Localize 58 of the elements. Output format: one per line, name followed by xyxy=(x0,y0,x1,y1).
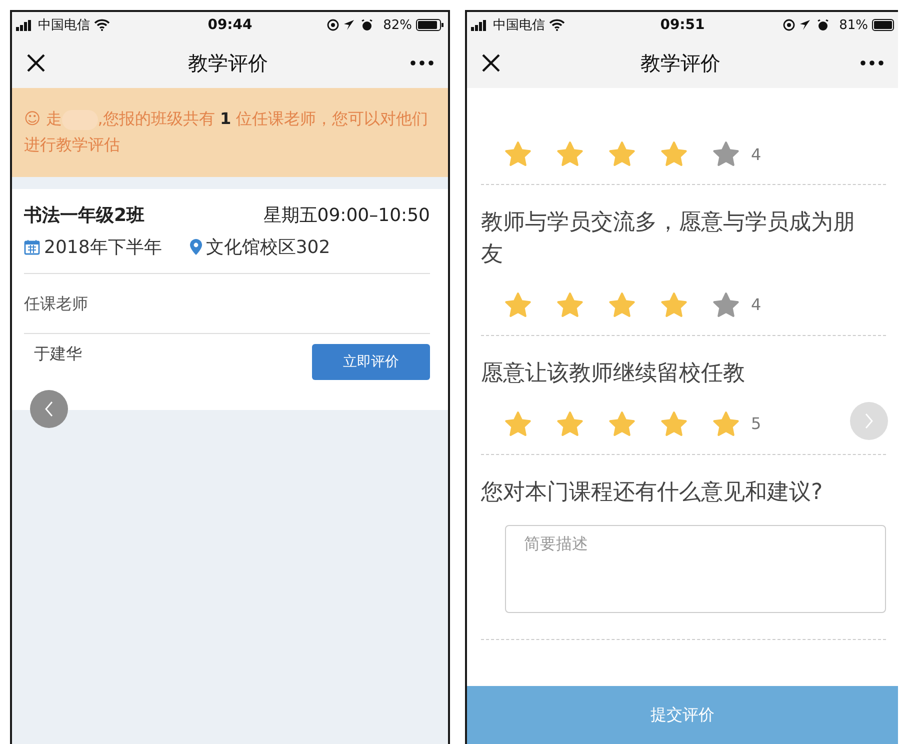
section-label: 任课老师 xyxy=(24,274,430,334)
clock-text: 09:51 xyxy=(660,17,705,33)
star-icon[interactable] xyxy=(711,410,741,438)
star-icon[interactable] xyxy=(555,410,585,438)
question-text: 您对本门课程还有什么意见和建议? xyxy=(481,478,823,507)
location-text: 文化馆校区302 xyxy=(206,236,330,259)
star-rating[interactable] xyxy=(503,290,741,319)
star-icon[interactable] xyxy=(659,140,689,168)
star-icon[interactable] xyxy=(659,290,689,319)
chevron-left-icon[interactable] xyxy=(44,401,54,417)
close-icon[interactable] xyxy=(481,53,501,73)
term-text: 2018年下半年 xyxy=(44,236,162,259)
battery-icon xyxy=(416,19,444,31)
score-text: 4 xyxy=(751,144,762,164)
star-rating[interactable] xyxy=(503,140,741,168)
star-rating[interactable] xyxy=(503,410,741,438)
score-text: 5 xyxy=(751,414,762,434)
wifi-icon xyxy=(549,19,565,31)
more-icon[interactable] xyxy=(410,60,434,66)
close-icon[interactable] xyxy=(26,53,46,73)
star-icon[interactable] xyxy=(503,140,533,168)
evaluate-button[interactable]: 立即评价 xyxy=(312,344,430,380)
location-pin-icon xyxy=(190,238,202,255)
question-text: 愿意让该教师继续留校任教 xyxy=(481,360,745,388)
page-title: 教学评价 xyxy=(188,50,268,76)
star-icon[interactable] xyxy=(659,410,689,438)
notice-text: ☺ 走 ,您报的班级共有 1 位任课老师，您可以对他们进行教学评估 xyxy=(24,108,430,156)
star-icon[interactable] xyxy=(711,290,741,319)
score-text: 4 xyxy=(751,295,762,314)
star-icon[interactable] xyxy=(607,140,637,168)
star-icon[interactable] xyxy=(555,140,585,168)
wifi-icon xyxy=(94,19,110,31)
chevron-right-icon[interactable] xyxy=(864,413,874,429)
teacher-name: 于建华 xyxy=(33,344,82,365)
star-icon[interactable] xyxy=(607,290,637,319)
clock-text: 09:44 xyxy=(208,17,252,33)
previous-button[interactable] xyxy=(30,390,68,428)
star-icon[interactable] xyxy=(503,410,533,438)
carrier-text: 中国电信 xyxy=(38,17,90,34)
next-button[interactable] xyxy=(850,402,888,440)
star-icon[interactable] xyxy=(503,290,533,319)
battery-icon xyxy=(872,19,894,31)
calendar-icon xyxy=(24,238,40,255)
signal-icon xyxy=(471,20,489,30)
more-icon[interactable] xyxy=(860,60,884,66)
carrier-text: 中国电信 xyxy=(493,17,545,34)
signal-icon xyxy=(16,20,34,30)
star-icon[interactable] xyxy=(607,410,637,438)
submit-button[interactable]: 提交评价 xyxy=(467,686,898,744)
star-icon[interactable] xyxy=(711,140,741,168)
battery-text: 82% xyxy=(383,18,412,32)
class-name: 书法一年级2班 xyxy=(24,204,145,227)
page-title: 教学评价 xyxy=(640,50,720,76)
schedule-text: 星期五09:00–10:50 xyxy=(263,204,430,227)
star-icon[interactable] xyxy=(555,290,585,319)
question-text: 教师与学员交流多，愿意与学员成为朋友 xyxy=(481,209,856,269)
comment-field[interactable]: 简要描述 xyxy=(505,524,886,613)
battery-text: 81% xyxy=(839,18,868,32)
